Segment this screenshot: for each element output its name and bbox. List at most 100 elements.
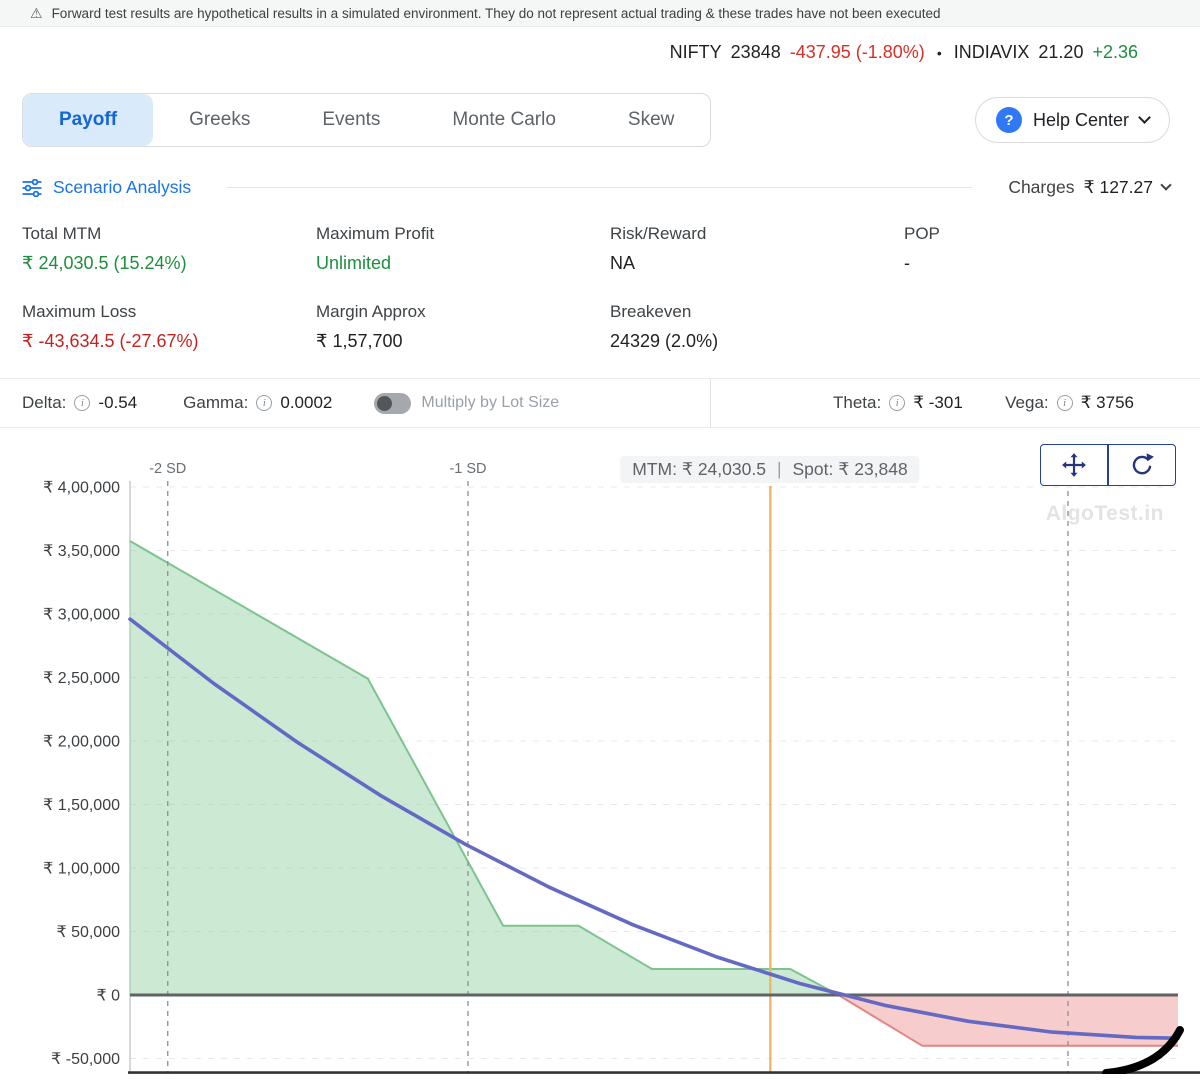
vega-label: Vega: (1005, 393, 1049, 412)
reset-icon (1132, 453, 1154, 475)
svg-text:₹ 2,00,000: ₹ 2,00,000 (43, 734, 120, 751)
theta-stat: Theta: i ₹ -301 (833, 393, 963, 413)
payoff-chart-area: ₹ 4,00,000 ₹ 3,50,000 ₹ 3,00,000 ₹ 2,50,000… (0, 436, 1200, 1074)
stat-maximum-profit: Maximum Profit Unlimited (316, 224, 610, 274)
nifty-label: NIFTY (669, 42, 722, 62)
help-center-label: Help Center (1032, 109, 1129, 130)
stat-value: ₹ -43,634.5 (-27.67%) (22, 331, 199, 351)
help-center-button[interactable]: ? Help Center (974, 97, 1170, 143)
tab-payoff[interactable]: Payoff (23, 94, 154, 146)
lot-size-toggle-label: Multiply by Lot Size (421, 394, 560, 411)
greeks-bar: Delta: i -0.54 Gamma: i 0.0002 Multiply … (0, 378, 1200, 428)
info-icon[interactable]: i (1056, 395, 1073, 411)
watermark: AlgoTest.in (1045, 502, 1164, 525)
tab-monte-carlo[interactable]: Monte Carlo (416, 94, 592, 146)
tab-events[interactable]: Events (286, 94, 416, 146)
view-tabs: Payoff Greeks Events Monte Carlo Skew (22, 93, 712, 147)
svg-text:₹ 1,50,000: ₹ 1,50,000 (43, 797, 120, 814)
info-icon[interactable]: i (889, 395, 906, 411)
sliders-icon (22, 178, 42, 197)
vega-value: ₹ 3756 (1080, 393, 1134, 412)
help-icon: ? (995, 107, 1022, 133)
scenario-analysis-link[interactable]: Scenario Analysis (22, 177, 191, 198)
toggle-knob (377, 395, 393, 411)
stat-maximum-loss: Maximum Loss ₹ -43,634.5 (-27.67%) (22, 302, 316, 352)
stat-label: Margin Approx (316, 302, 426, 321)
stat-label: POP (904, 224, 940, 243)
reset-button[interactable] (1108, 444, 1176, 486)
tab-skew[interactable]: Skew (592, 94, 710, 146)
greeks-right-section: Theta: i ₹ -301 Vega: i ₹ 3756 (711, 379, 1200, 427)
ticker-separator: • (936, 44, 942, 61)
stat-pop: POP - (904, 224, 1200, 274)
svg-text:₹ 4,00,000: ₹ 4,00,000 (43, 480, 120, 497)
stat-value: ₹ 1,57,700 (316, 331, 403, 351)
readout-separator: | (776, 459, 782, 479)
theta-value: ₹ -301 (913, 393, 963, 412)
y-axis-labels: ₹ 4,00,000 ₹ 3,50,000 ₹ 3,00,000 ₹ 2,50,000… (43, 480, 120, 1069)
expiry-payoff-profit-area (130, 541, 839, 995)
tab-greeks[interactable]: Greeks (153, 94, 286, 146)
vega-stat: Vega: i ₹ 3756 (1005, 393, 1134, 413)
svg-text:₹ 3,00,000: ₹ 3,00,000 (43, 607, 120, 624)
mtm-spot-readout: MTM: ₹ 24,030.5 | Spot: ₹ 23,848 (620, 456, 920, 483)
svg-text:₹ -50,000: ₹ -50,000 (51, 1051, 120, 1068)
stat-label: Risk/Reward (610, 224, 707, 243)
nifty-change: -437.95 (-1.80%) (789, 42, 925, 62)
info-icon[interactable]: i (74, 395, 91, 411)
chart-toolbar (1040, 444, 1176, 486)
forward-test-banner: ⚠ Forward test results are hypothetical … (0, 0, 1200, 27)
stat-risk-reward: Risk/Reward NA (610, 224, 904, 274)
indiavix-value: 21.20 (1038, 42, 1084, 62)
stat-margin-approx: Margin Approx ₹ 1,57,700 (316, 302, 610, 352)
stat-value: ₹ 24,030.5 (15.24%) (22, 253, 187, 273)
indiavix-change: +2.36 (1092, 42, 1138, 62)
warning-icon: ⚠ (30, 4, 43, 21)
stat-empty (904, 302, 1200, 352)
svg-text:₹ 0: ₹ 0 (96, 988, 120, 1005)
sd-marker-label: -2 SD (149, 461, 186, 477)
delta-label: Delta: (22, 393, 67, 412)
strategy-stats: Total MTM ₹ 24,030.5 (15.24%) Maximum Pr… (0, 198, 1200, 352)
page: { "banner": { "warning_icon": "⚠", "text… (0, 0, 1200, 1083)
indiavix-label: INDIAVIX (953, 42, 1030, 62)
spot-value: Spot: ₹ 23,848 (792, 459, 908, 479)
stat-total-mtm: Total MTM ₹ 24,030.5 (15.24%) (22, 224, 316, 274)
stat-value: Unlimited (316, 253, 392, 273)
chevron-down-icon (1138, 111, 1151, 124)
stat-value: - (904, 253, 910, 273)
svg-text:₹ 50,000: ₹ 50,000 (56, 924, 120, 941)
svg-text:₹ 1,00,000: ₹ 1,00,000 (43, 861, 120, 878)
stat-label: Total MTM (22, 224, 102, 243)
chevron-down-icon (1160, 179, 1172, 191)
stat-value: NA (610, 253, 636, 273)
banner-text: Forward test results are hypothetical re… (51, 5, 941, 21)
pan-button[interactable] (1040, 444, 1108, 486)
theta-label: Theta: (833, 393, 882, 412)
market-ticker: NIFTY 23848 -437.95 (-1.80%) • INDIAVIX … (0, 27, 1200, 72)
gamma-label: Gamma: (183, 393, 249, 412)
delta-value: -0.54 (98, 393, 138, 412)
stat-label: Maximum Profit (316, 224, 435, 243)
gamma-value: 0.0002 (280, 393, 333, 412)
stat-breakeven: Breakeven 24329 (2.0%) (610, 302, 904, 352)
charges-label: Charges (1008, 177, 1075, 197)
mtm-value: MTM: ₹ 24,030.5 (632, 459, 766, 479)
horizontal-divider (227, 187, 973, 188)
scenario-row: Scenario Analysis Charges ₹ 127.27 (22, 177, 1172, 198)
svg-text:₹ 2,50,000: ₹ 2,50,000 (43, 670, 120, 687)
charges-toggle[interactable]: Charges ₹ 127.27 (1008, 177, 1172, 198)
top-toolbar: Payoff Greeks Events Monte Carlo Skew ? … (0, 93, 1200, 147)
gamma-stat: Gamma: i 0.0002 (183, 393, 332, 413)
info-icon[interactable]: i (256, 395, 273, 411)
sd-marker-label: -1 SD (449, 461, 486, 477)
scenario-analysis-label: Scenario Analysis (53, 177, 192, 197)
stat-label: Maximum Loss (22, 302, 137, 321)
charges-value: ₹ 127.27 (1083, 177, 1153, 197)
payoff-chart: ₹ 4,00,000 ₹ 3,50,000 ₹ 3,00,000 ₹ 2,50,000… (43, 461, 1200, 1074)
pan-icon (1062, 453, 1086, 477)
delta-stat: Delta: i -0.54 (22, 393, 137, 413)
lot-size-toggle[interactable] (374, 392, 412, 414)
stat-label: Breakeven (610, 302, 692, 321)
svg-text:₹ 3,50,000: ₹ 3,50,000 (43, 543, 120, 560)
